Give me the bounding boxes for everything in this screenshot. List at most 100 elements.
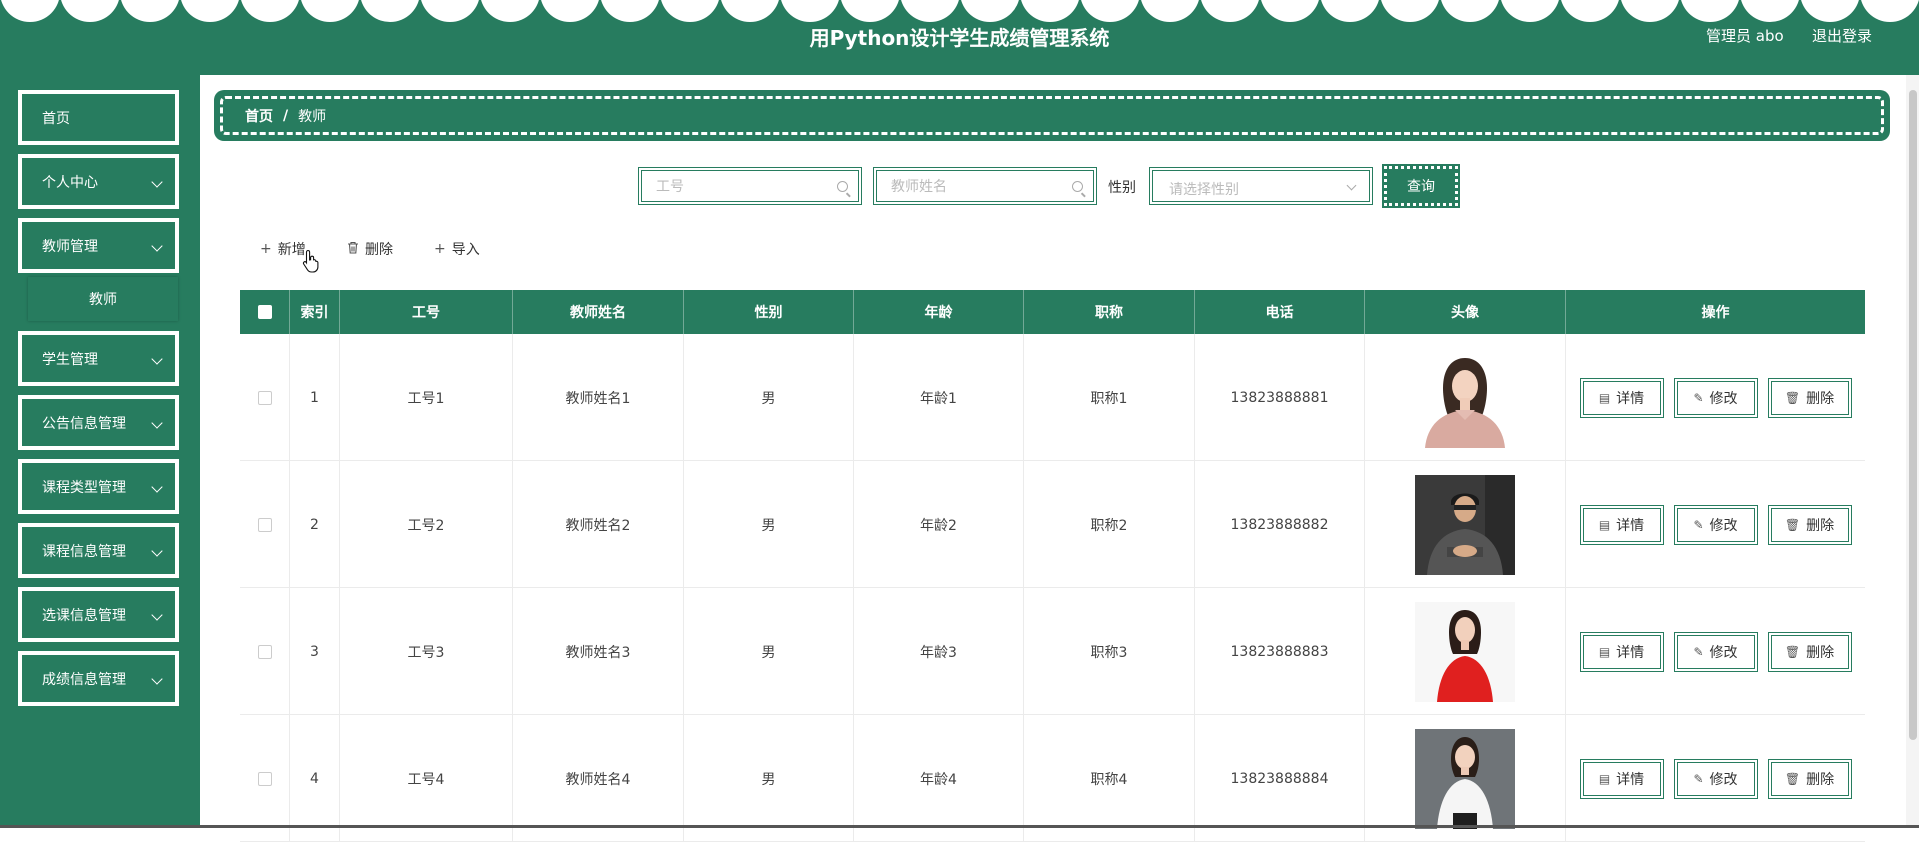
row-checkbox[interactable] [257,771,272,786]
column-header: 性别 [684,290,854,334]
system-title: 用Python设计学生成绩管理系统 [809,26,1110,50]
edit-button[interactable]: ✎ 修改 [1673,758,1758,799]
teacher-id-search-input[interactable] [656,178,826,196]
vertical-scrollbar-thumb[interactable] [1909,90,1917,740]
header-scallop [1380,0,1440,22]
trash-icon: 🗑 [1784,390,1801,405]
detail-button[interactable]: ▤ 详情 [1579,631,1664,672]
detail-button[interactable]: ▤ 详情 [1579,758,1664,799]
sidebar-item-label: 课程类型管理 [42,479,126,496]
column-header: 头像 [1365,290,1566,334]
header-scallop [1800,0,1860,22]
index-cell: 2 [290,461,340,588]
sidebar-item-label: 学生管理 [42,351,98,368]
sidebar-subitem-teacher[interactable]: 教师 [28,277,178,321]
gender-select[interactable]: 请选择性别 [1149,167,1373,205]
edit-button[interactable]: ✎ 修改 [1673,377,1758,418]
sidebar-item-personal-center[interactable]: 个人中心 [18,154,179,209]
delete-button[interactable]: 🗑 删除 [1767,631,1852,672]
age-cell: 年龄1 [854,334,1024,461]
query-button[interactable]: 查询 [1382,164,1460,208]
detail-button[interactable]: ▤ 详情 [1579,504,1664,545]
avatar-cell [1365,461,1566,588]
add-button[interactable]: + 新增 [260,239,306,259]
header-scallop [840,0,900,22]
delete-button[interactable]: 🗑 删除 [1767,377,1852,418]
edit-button[interactable]: ✎ 修改 [1673,631,1758,672]
sidebar-item-notice-management[interactable]: 公告信息管理 [18,395,179,450]
detail-button-label: 详情 [1616,771,1645,788]
avatar-cell [1365,715,1566,842]
row-checkbox[interactable] [257,390,272,405]
age-cell: 年龄3 [854,588,1024,715]
delete-button-label: 删除 [1806,644,1835,661]
sidebar-item-student-management[interactable]: 学生管理 [18,331,179,386]
title-cell: 职称1 [1024,334,1195,461]
delete-button[interactable]: 🗑 删除 [1767,504,1852,545]
column-header: 操作 [1701,305,1730,321]
gender-cell: 男 [684,334,854,461]
edit-button[interactable]: ✎ 修改 [1673,504,1758,545]
teacher-name-cell: 教师姓名3 [513,588,684,715]
batch-delete-button[interactable]: 删除 [347,239,393,259]
breadcrumb-home[interactable]: 首页 [245,106,273,126]
chevron-down-icon [151,545,163,557]
teacher-id-cell: 工号4 [340,715,513,842]
edit-button-label: 修改 [1709,390,1738,407]
header-scallop [1500,0,1560,22]
operations-cell: ▤ 详情 ✎ 修改 🗑 删除 [1566,334,1865,461]
sidebar-item-label: 课程信息管理 [42,543,126,560]
header-scallop [780,0,840,22]
sidebar-item-home[interactable]: 首页 [18,90,179,145]
sidebar-item-course-selection-management[interactable]: 选课信息管理 [18,587,179,642]
teacher-id-search-field[interactable] [638,167,862,205]
table-row: 4 工号4 教师姓名4 男 年龄4 职称4 13823888884 ▤ 详情 ✎ 修… [240,715,1865,842]
column-header: 电话 [1195,290,1365,334]
header-scallop [540,0,600,22]
phone-cell: 13823888882 [1195,461,1365,588]
detail-button-label: 详情 [1616,644,1645,661]
sidebar-item-course-info-management[interactable]: 课程信息管理 [18,523,179,578]
teacher-name-search-field[interactable] [873,167,1097,205]
sidebar-item-grade-management[interactable]: 成绩信息管理 [18,651,179,706]
operations-cell: ▤ 详情 ✎ 修改 🗑 删除 [1566,588,1865,715]
logout-link[interactable]: 退出登录 [1812,25,1872,46]
header-scallop [660,0,720,22]
header-scallop [1560,0,1620,22]
column-header: 索引 [290,290,340,334]
sidebar-item-label: 首页 [42,110,70,127]
row-checkbox[interactable] [257,517,272,532]
sidebar-item-course-type-management[interactable]: 课程类型管理 [18,459,179,514]
chevron-down-icon [1346,180,1357,191]
breadcrumb: 首页 / 教师 [214,90,1890,141]
header-scallop [600,0,660,22]
header-scallop [960,0,1020,22]
gender-cell: 男 [684,588,854,715]
sidebar: 首页 个人中心 教师管理 教师 学生管理 公告信息管理 课程类型管理 课程信息管… [0,75,200,828]
table-row: 2 工号2 教师姓名2 男 年龄2 职称2 13823888882 ▤ 详情 ✎… [240,461,1865,588]
title-cell: 职称2 [1024,461,1195,588]
table-row: 1 工号1 教师姓名1 男 年龄1 职称1 13823888881 ▤ 详情 ✎ 修… [240,334,1865,461]
edit-button-label: 修改 [1709,771,1738,788]
breadcrumb-inner: 首页 / 教师 [220,96,1884,135]
import-button[interactable]: + 导入 [434,239,480,259]
select-all-checkbox[interactable] [257,305,272,319]
chevron-down-icon [151,240,163,252]
row-checkbox[interactable] [257,644,272,659]
trash-icon: 🗑 [1784,517,1801,532]
chevron-down-icon [151,353,163,365]
delete-button-label: 删除 [1806,390,1835,407]
sidebar-item-teacher-management[interactable]: 教师管理 [18,218,179,273]
chevron-down-icon [151,673,163,685]
avatar-cell [1365,588,1566,715]
teacher-name-search-input[interactable] [891,178,1061,196]
breadcrumb-separator: / [283,107,289,124]
header-scallop [1860,0,1919,22]
header-scallop [420,0,480,22]
detail-button[interactable]: ▤ 详情 [1579,377,1664,418]
age-cell: 年龄4 [854,715,1024,842]
delete-button[interactable]: 🗑 删除 [1767,758,1852,799]
batch-delete-button-label: 删除 [365,242,393,258]
operations-cell: ▤ 详情 ✎ 修改 🗑 删除 [1566,715,1865,842]
header-scallop [480,0,540,22]
